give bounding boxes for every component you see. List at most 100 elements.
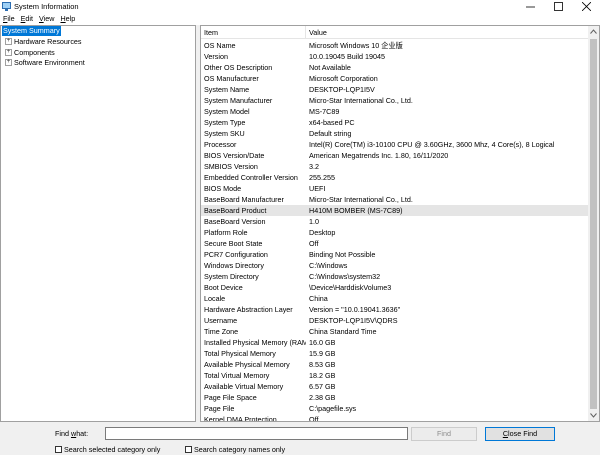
row-item-cell: BaseBoard Version [204,217,266,226]
row-value-cell: 6.57 GB [309,382,336,391]
table-row[interactable]: Username DESKTOP-LQP1I5V\QDRS [201,315,589,326]
category-tree[interactable]: System Summary + Hardware Resources + Co… [0,25,196,422]
close-icon [581,2,591,11]
table-row[interactable]: BIOS Mode UEFI [201,183,589,194]
row-item-cell: Page File [204,404,235,413]
column-header-item[interactable]: Item [201,26,306,39]
table-row[interactable]: System Manufacturer Micro-Star Internatio… [201,95,589,106]
system-information-icon [2,2,11,11]
table-row[interactable]: Secure Boot State Off [201,238,589,249]
row-value-cell: Microsoft Corporation [309,74,378,83]
row-value-cell: Off [309,239,319,248]
table-row[interactable]: Windows Directory C:\Windows [201,260,589,271]
table-row[interactable]: Version 10.0.19045 Build 19045 [201,51,589,62]
menu-file[interactable]: File [0,13,18,24]
expand-icon[interactable]: + [5,59,12,67]
find-input[interactable] [105,427,408,440]
minimize-icon [525,6,535,8]
table-row[interactable]: System SKU Default string [201,128,589,139]
table-row[interactable]: System Name DESKTOP-LQP1I5V [201,84,589,95]
row-item-cell: System Directory [204,272,259,281]
checkbox-icon[interactable] [185,446,192,453]
list-header: Item Value [201,26,589,39]
row-item-cell: BIOS Version/Date [204,151,265,160]
row-value-cell: UEFI [309,184,326,193]
search-selected-category-checkbox[interactable]: Search selected category only [55,445,160,454]
tree-item-components[interactable]: + Components [1,47,195,58]
close-find-button[interactable]: Close Find [485,427,555,441]
row-value-cell: 18.2 GB [309,371,336,380]
table-row[interactable]: Available Physical Memory 8.53 GB [201,359,589,370]
details-list[interactable]: Item Value OS Name Microsoft Windows 10 企… [200,25,600,422]
row-item-cell: BaseBoard Manufacturer [204,195,284,204]
tree-item-hardware-resources[interactable]: + Hardware Resources [1,37,195,48]
list-rows: OS Name Microsoft Windows 10 企业版 Version 10… [201,40,589,422]
table-row[interactable]: Hardware Abstraction Layer Version = "10.… [201,304,589,315]
row-item-cell: Username [204,316,238,325]
table-row[interactable]: PCR7 Configuration Binding Not Possible [201,249,589,260]
row-item-cell: Total Virtual Memory [204,371,270,380]
close-window-button[interactable] [572,0,600,13]
table-row[interactable]: System Model MS-7C89 [201,106,589,117]
row-value-cell: Micro-Star International Co., Ltd. [309,96,413,105]
table-row[interactable]: Page File Space 2.38 GB [201,392,589,403]
row-value-cell: China Standard Time [309,327,377,336]
menu-help[interactable]: Help [57,13,78,24]
menu-view[interactable]: View [36,13,57,24]
expand-icon[interactable]: + [5,38,12,46]
table-row[interactable]: Total Physical Memory 15.9 GB [201,348,589,359]
tree-item-label: System Summary [2,26,61,37]
row-value-cell: Microsoft Windows 10 企业版 [309,41,403,50]
table-row[interactable]: Total Virtual Memory 18.2 GB [201,370,589,381]
window-title: System Information [14,2,79,11]
row-item-cell: BaseBoard Product [204,206,267,215]
table-row[interactable]: Boot Device \Device\HarddiskVolume3 [201,282,589,293]
row-value-cell: DESKTOP-LQP1I5V\QDRS [309,316,398,325]
table-row[interactable]: Locale China [201,293,589,304]
table-row[interactable]: Available Virtual Memory 6.57 GB [201,381,589,392]
row-item-cell: System Manufacturer [204,96,273,105]
tree-item-software-environment[interactable]: + Software Environment [1,58,195,69]
row-item-cell: OS Manufacturer [204,74,259,83]
column-header-value[interactable]: Value [306,26,589,39]
table-row[interactable]: Other OS Description Not Available [201,62,589,73]
table-row[interactable]: Time Zone China Standard Time [201,326,589,337]
row-value-cell: H410M BOMBER (MS-7C89) [309,206,403,215]
table-row[interactable]: System Type x64-based PC [201,117,589,128]
scroll-thumb[interactable] [590,39,597,409]
menu-file-rest: ile [7,14,15,23]
row-value-cell: 1.0 [309,217,319,226]
table-row[interactable]: SMBIOS Version 3.2 [201,161,589,172]
table-row[interactable]: Platform Role Desktop [201,227,589,238]
find-bar: Find what: Find Close Find Search select… [0,422,600,455]
maximize-button[interactable] [544,0,572,13]
row-value-cell: Off [309,415,319,422]
table-row[interactable]: Page File C:\pagefile.sys [201,403,589,414]
menu-edit[interactable]: Edit [18,13,36,24]
table-row[interactable]: BaseBoard Manufacturer Micro-Star Interna… [201,194,589,205]
row-item-cell: Available Virtual Memory [204,382,284,391]
checkbox-label: Search selected category only [64,445,161,454]
table-row[interactable]: Installed Physical Memory (RAM) 16.0 GB [201,337,589,348]
table-row[interactable]: System Directory C:\Windows\system32 [201,271,589,282]
search-category-names-checkbox[interactable]: Search category names only [185,445,285,454]
table-row[interactable]: Processor Intel(R) Core(TM) i3-10100 CPU … [201,139,589,150]
table-row[interactable]: BaseBoard Version 1.0 [201,216,589,227]
row-value-cell: Desktop [309,228,336,237]
row-item-cell: Processor [204,140,237,149]
table-row[interactable]: OS Name Microsoft Windows 10 企业版 [201,40,589,51]
table-row[interactable]: OS Manufacturer Microsoft Corporation [201,73,589,84]
scroll-down-icon[interactable] [588,410,599,421]
vertical-scrollbar[interactable] [588,26,599,421]
table-row[interactable]: BaseBoard Product H410M BOMBER (MS-7C89) [201,205,589,216]
find-button[interactable]: Find [411,427,477,441]
row-value-cell: American Megatrends Inc. 1.80, 16/11/202… [309,151,449,160]
minimize-button[interactable] [516,0,544,13]
table-row[interactable]: Kernel DMA Protection Off [201,414,589,422]
scroll-up-icon[interactable] [588,26,599,37]
tree-item-system-summary[interactable]: System Summary [1,26,195,37]
table-row[interactable]: BIOS Version/Date American Megatrends Inc… [201,150,589,161]
table-row[interactable]: Embedded Controller Version 255.255 [201,172,589,183]
checkbox-icon[interactable] [55,446,62,453]
expand-icon[interactable]: + [5,48,12,56]
